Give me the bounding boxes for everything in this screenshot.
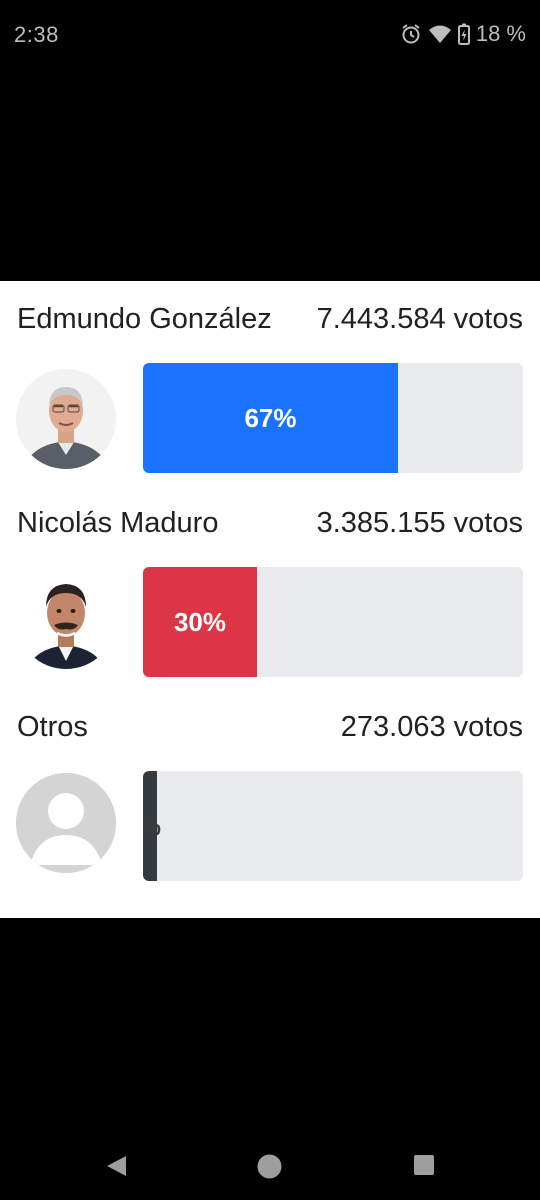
status-time: 2:38 xyxy=(14,22,59,47)
candidate-name: Otros xyxy=(17,711,88,743)
results-card: Edmundo González 7.443.584 votos 67% Nic… xyxy=(0,281,540,918)
candidate-row: Otros 273.063 votos 1% xyxy=(0,689,540,889)
candidate-avatar xyxy=(16,569,116,669)
vote-percent: 67% xyxy=(244,402,297,433)
battery-charging-icon xyxy=(457,23,470,45)
status-icons: 18 % xyxy=(400,21,526,47)
vote-percent: 30% xyxy=(173,606,227,637)
default-user-icon xyxy=(16,773,116,873)
vote-bar-fill: 1% xyxy=(143,771,161,881)
candidate-header: Nicolás Maduro 3.385.155 votos xyxy=(17,507,523,540)
candidate-avatar xyxy=(16,369,116,469)
candidate-header: Otros 273.063 votos xyxy=(17,711,523,744)
candidate-votes: 7.443.584 votos xyxy=(316,303,523,335)
candidate-votes: 3.385.155 votos xyxy=(316,507,523,539)
recents-icon[interactable] xyxy=(413,1154,435,1181)
battery-level: 18 % xyxy=(475,21,526,46)
candidate-votes: 273.063 votos xyxy=(340,711,523,743)
vote-bar-track: 1% xyxy=(143,771,523,881)
status-bar: 2:38 18 % xyxy=(0,0,540,70)
vote-percent: 1% xyxy=(143,811,161,842)
alarm-icon xyxy=(400,23,422,45)
wifi-icon xyxy=(428,23,452,45)
candidate-name: Edmundo González xyxy=(17,303,272,335)
candidate-name: Nicolás Maduro xyxy=(17,507,219,539)
back-icon[interactable] xyxy=(104,1154,128,1183)
candidate-header: Edmundo González 7.443.584 votos xyxy=(17,303,523,336)
home-icon[interactable] xyxy=(257,1154,282,1184)
vote-bar-fill: 30% xyxy=(143,567,257,677)
vote-bar-track: 67% xyxy=(143,363,523,473)
candidate-row: Edmundo González 7.443.584 votos 67% xyxy=(0,281,540,481)
navigation-bar xyxy=(0,1130,540,1200)
vote-bar-fill: 67% xyxy=(143,363,398,473)
candidate-row: Nicolás Maduro 3.385.155 votos 30% xyxy=(0,485,540,685)
vote-bar-track: 30% xyxy=(143,567,523,677)
